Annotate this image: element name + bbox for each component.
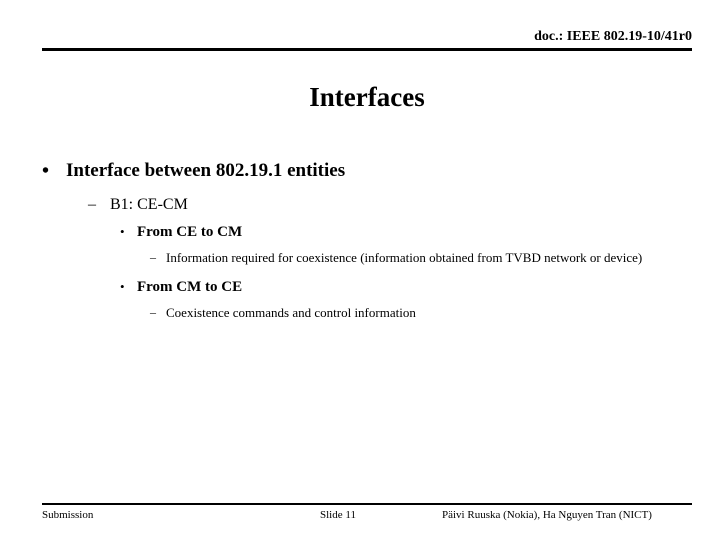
outline-item-level3-from-cm-to-ce: • From CM to CE [120,277,692,297]
slide-number: Slide 11 [320,509,356,521]
outline-item-level2: – B1: CE-CM [88,194,692,216]
document-identifier: doc.: IEEE 802.19-10/41r0 [534,29,692,44]
outline-item-level1: • Interface between 802.19.1 entities [42,158,692,184]
outline-item-level3-from-ce-to-cm: • From CE to CM [120,222,692,242]
bullet-dot-small-icon: • [120,224,125,239]
page-title: Interfaces [309,82,425,112]
bullet-dash-small-icon: – [150,305,156,319]
outline-level2-label: B1: CE-CM [110,196,188,213]
outline-level4-label: Coexistence commands and control informa… [166,305,416,320]
outline-level1-label: Interface between 802.19.1 entities [66,160,346,181]
slide: doc.: IEEE 802.19-10/41r0 Interfaces • I… [0,0,720,540]
header-divider [42,48,692,51]
footer-authors: Päivi Ruuska (Nokia), Ha Nguyen Tran (NI… [442,509,652,521]
outline-item-level4-information-required: – Information required for coexistence (… [150,248,692,267]
bullet-dot-icon: • [42,160,50,182]
bullet-dash-icon: – [88,196,96,213]
outline-item-level4-coexistence-commands: – Coexistence commands and control infor… [150,303,692,322]
outline-level4-label: Information required for coexistence (in… [166,250,643,265]
outline-level3-label: From CM to CE [137,279,243,295]
footer-row: Submission Slide 11 Päivi Ruuska (Nokia)… [42,507,692,527]
outline-level3-label: From CE to CM [137,224,243,240]
footer-divider [42,503,692,505]
slide-body: • Interface between 802.19.1 entities – … [42,158,692,328]
footer-submission-label: Submission [42,509,94,521]
bullet-dash-small-icon: – [150,250,156,264]
bullet-dot-small-icon: • [120,279,125,294]
slide-footer: Submission Slide 11 Päivi Ruuska (Nokia)… [42,503,692,527]
slide-header: doc.: IEEE 802.19-10/41r0 [42,28,692,51]
